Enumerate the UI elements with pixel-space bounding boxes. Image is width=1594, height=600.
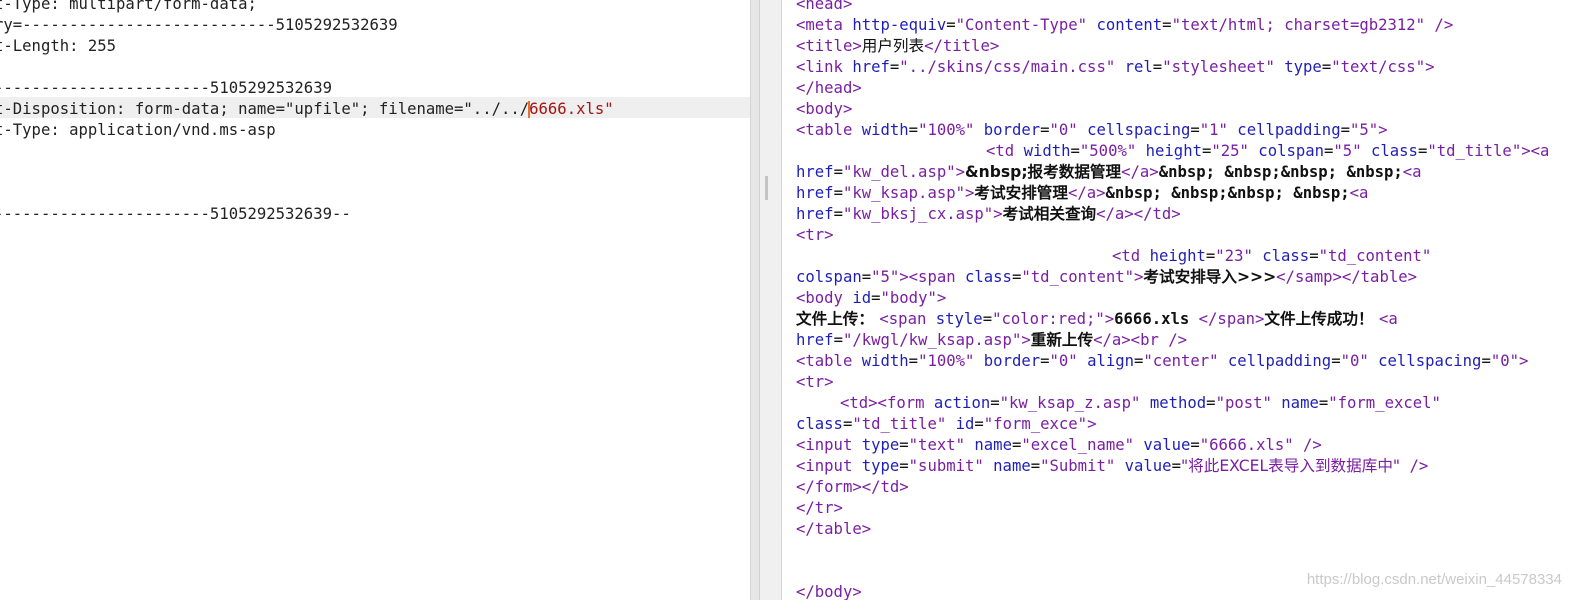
- code-line: <input type="submit" name="Submit" value…: [796, 457, 1429, 475]
- response-source-pane[interactable]: <head> <meta http-equiv="Content-Type" c…: [782, 0, 1594, 600]
- code-line: </tr>: [796, 499, 843, 517]
- code-line: <meta http-equiv="Content-Type" content=…: [796, 16, 1454, 34]
- code-line: href="/kwgl/kw_ksap.asp">重新上传</a><br />: [796, 331, 1188, 349]
- code-line: <table width="100%" border="0" align="ce…: [796, 352, 1529, 370]
- request-line: -----------------------5105292532639: [0, 79, 332, 97]
- code-line: <tr>: [796, 226, 834, 244]
- code-line: </body>: [796, 583, 862, 600]
- code-line: <input type="text" name="excel_name" val…: [796, 436, 1322, 454]
- code-line: <tr>: [796, 373, 834, 391]
- request-line: t-Length: 255: [0, 37, 117, 55]
- pane-splitter[interactable]: [750, 0, 782, 600]
- request-editor-pane[interactable]: t-Type: multipart/form-data; ry=--------…: [0, 0, 750, 600]
- code-line: <body>: [796, 100, 853, 118]
- code-line: href="kw_del.asp">&nbsp;报考数据管理</a>&nbsp;…: [796, 163, 1422, 181]
- request-line: t-Type: application/vnd.ms-asp: [0, 121, 276, 139]
- watermark-text: https://blog.csdn.net/weixin_44578334: [1306, 571, 1562, 588]
- code-line: </table>: [796, 520, 872, 538]
- request-line: t-Type: multipart/form-data;: [0, 0, 257, 13]
- filename-tail: 6666.xls": [529, 100, 614, 118]
- code-line: <td width="500%" height="25" colspan="5"…: [986, 142, 1550, 160]
- code-line: 文件上传： <span style="color:red;">6666.xls …: [796, 310, 1398, 328]
- code-line: <td height="23" class="td_content": [1112, 247, 1432, 265]
- code-line: href="kw_bksj_cx.asp">考试相关查询</a></td>: [796, 205, 1181, 223]
- code-line: <link href="../skins/css/main.css" rel="…: [796, 58, 1435, 76]
- code-line: <title>用户列表</title>: [796, 37, 1000, 55]
- code-line: colspan="5"><span class="td_content">考试安…: [796, 268, 1417, 286]
- request-line: ry=---------------------------5105292532…: [0, 16, 398, 34]
- code-line: <td><form action="kw_ksap_z.asp" method=…: [840, 394, 1441, 412]
- code-line: <body id="body">: [796, 289, 947, 307]
- splitter-grip-icon[interactable]: [765, 176, 768, 200]
- code-line: <table width="100%" border="0" cellspaci…: [796, 121, 1388, 139]
- request-line: -----------------------5105292532639--: [0, 205, 351, 223]
- code-line: </head>: [796, 79, 862, 97]
- code-line: class="td_title" id="form_exce">: [796, 415, 1097, 433]
- code-line: href="kw_ksap.asp">考试安排管理</a>&nbsp; &nbs…: [796, 184, 1369, 202]
- request-line-text: t-Disposition: form-data; name="upfile";…: [0, 100, 530, 118]
- vertical-scrollbar[interactable]: [751, 0, 760, 600]
- code-line: <head>: [796, 0, 853, 13]
- code-line: </form></td>: [796, 478, 909, 496]
- request-line-filename[interactable]: t-Disposition: form-data; name="upfile";…: [0, 99, 614, 120]
